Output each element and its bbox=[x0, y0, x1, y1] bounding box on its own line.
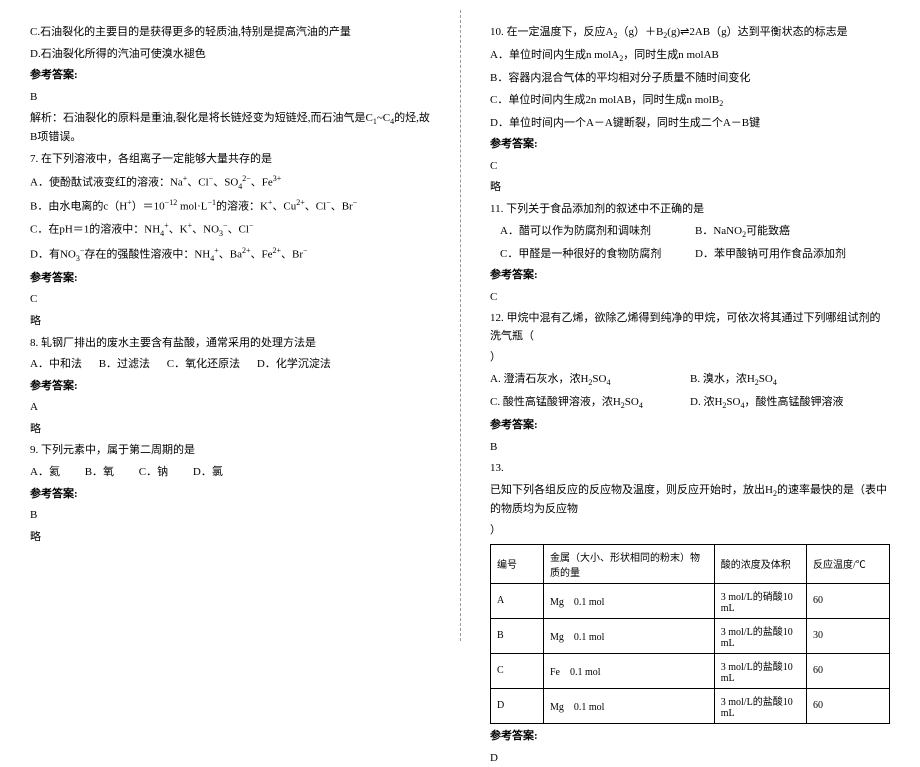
q11-row1: A．醋可以作为防腐剂和调味剂 B．NaNO2可能致癌 bbox=[490, 223, 890, 242]
answer-key-label: 参考答案: bbox=[30, 378, 430, 396]
answer-7: C bbox=[30, 291, 430, 309]
answer-10-note: 略 bbox=[490, 179, 890, 197]
q10-b: B．容器内混合气体的平均相对分子质量不随时间变化 bbox=[490, 70, 890, 88]
q10-c: C．单位时间内生成2n molAB，同时生成n molB2 bbox=[490, 92, 890, 111]
answer-11: C bbox=[490, 289, 890, 307]
q12-row1: A. 澄清石灰水，浓H2SO4 B. 溴水，浓H2SO4 bbox=[490, 371, 890, 390]
q8-options: A．中和法 B．过滤法 C．氧化还原法 D．化学沉淀法 bbox=[30, 356, 430, 374]
q10-a: A．单位时间内生成n molA2，同时生成n molAB bbox=[490, 47, 890, 66]
answer-key-label: 参考答案: bbox=[490, 267, 890, 285]
answer-7-note: 略 bbox=[30, 313, 430, 331]
q11-row2: C．甲醛是一种很好的食物防腐剂 D．苯甲酸钠可用作食品添加剂 bbox=[490, 246, 890, 264]
q12-row2: C. 酸性高锰酸钾溶液，浓H2SO4 D. 浓H2SO4，酸性高锰酸钾溶液 bbox=[490, 394, 890, 413]
option-c: C.石油裂化的主要目的是获得更多的轻质油,特别是提高汽油的产量 bbox=[30, 24, 430, 42]
option-d: D.石油裂化所得的汽油可使溴水褪色 bbox=[30, 46, 430, 64]
q7-d: D．有NO3−存在的强酸性溶液中：NH4+、Ba2+、Fe2+、Br− bbox=[30, 245, 430, 266]
page: C.石油裂化的主要目的是获得更多的轻质油,特别是提高汽油的产量 D.石油裂化所得… bbox=[0, 0, 920, 651]
answer-9-note: 略 bbox=[30, 529, 430, 547]
right-column: 10. 在一定温度下，反应A2（g）＋B2(g)⇌2AB（g）达到平衡状态的标志… bbox=[460, 0, 920, 651]
q7-b: B．由水电离的c（H+）＝10−12 mol·L−1的溶液：K+、Cu2+、Cl… bbox=[30, 197, 430, 216]
answer-6: B bbox=[30, 89, 430, 107]
q13-end: ） bbox=[490, 522, 890, 540]
q11: 11. 下列关于食品添加剂的叙述中不正确的是 bbox=[490, 201, 890, 219]
q7-a: A．使酚酞试液变红的溶液：Na+、Cl−、SO42−、Fe3+ bbox=[30, 173, 430, 194]
answer-key-label: 参考答案: bbox=[30, 486, 430, 504]
answer-key-label: 参考答案: bbox=[490, 728, 890, 746]
explain-6: 解析：石油裂化的原料是重油,裂化是将长链烃变为短链烃,而石油气是C1~C4的烃,… bbox=[30, 110, 430, 147]
answer-10: C bbox=[490, 158, 890, 176]
answer-8: A bbox=[30, 399, 430, 417]
answer-key-label: 参考答案: bbox=[490, 417, 890, 435]
answer-key-label: 参考答案: bbox=[30, 270, 430, 288]
answer-key-label: 参考答案: bbox=[30, 67, 430, 85]
answer-key-label: 参考答案: bbox=[490, 136, 890, 154]
q13-table: 编号 金属（大小、形状相同的粉末）物质的量 酸的浓度及体积 反应温度/℃ AMg… bbox=[490, 544, 890, 724]
answer-13: D bbox=[490, 750, 890, 767]
q13: 已知下列各组反应的反应物及温度，则反应开始时，放出H2的速率最快的是（表中的物质… bbox=[490, 482, 890, 519]
q9: 9. 下列元素中，属于第二周期的是 bbox=[30, 442, 430, 460]
table-row: AMg 0.1 mol3 mol/L的硝酸10 mL60 bbox=[491, 583, 890, 618]
table-row: CFe 0.1 mol3 mol/L的盐酸10 mL60 bbox=[491, 653, 890, 688]
q12-end: ） bbox=[490, 349, 890, 367]
table-row: DMg 0.1 mol3 mol/L的盐酸10 mL60 bbox=[491, 688, 890, 723]
q7: 7. 在下列溶液中，各组离子一定能够大量共存的是 bbox=[30, 151, 430, 169]
answer-12: B bbox=[490, 439, 890, 457]
q8: 8. 轧钢厂排出的废水主要含有盐酸，通常采用的处理方法是 bbox=[30, 335, 430, 353]
answer-8-note: 略 bbox=[30, 421, 430, 439]
q13-num: 13. bbox=[490, 460, 890, 478]
table-row: BMg 0.1 mol3 mol/L的盐酸10 mL30 bbox=[491, 618, 890, 653]
table-header: 编号 金属（大小、形状相同的粉末）物质的量 酸的浓度及体积 反应温度/℃ bbox=[491, 544, 890, 583]
q12: 12. 甲烷中混有乙烯，欲除乙烯得到纯净的甲烷，可依次将其通过下列哪组试剂的洗气… bbox=[490, 310, 890, 345]
left-column: C.石油裂化的主要目的是获得更多的轻质油,特别是提高汽油的产量 D.石油裂化所得… bbox=[0, 0, 460, 651]
q9-options: A．氦 B．氧 C．钠 D．氯 bbox=[30, 464, 430, 482]
q7-c: C．在pH＝1的溶液中：NH4+、K+、NO3−、Cl− bbox=[30, 220, 430, 241]
q10: 10. 在一定温度下，反应A2（g）＋B2(g)⇌2AB（g）达到平衡状态的标志… bbox=[490, 24, 890, 43]
answer-9: B bbox=[30, 507, 430, 525]
q10-d: D．单位时间内一个A－A键断裂，同时生成二个A－B键 bbox=[490, 115, 890, 133]
